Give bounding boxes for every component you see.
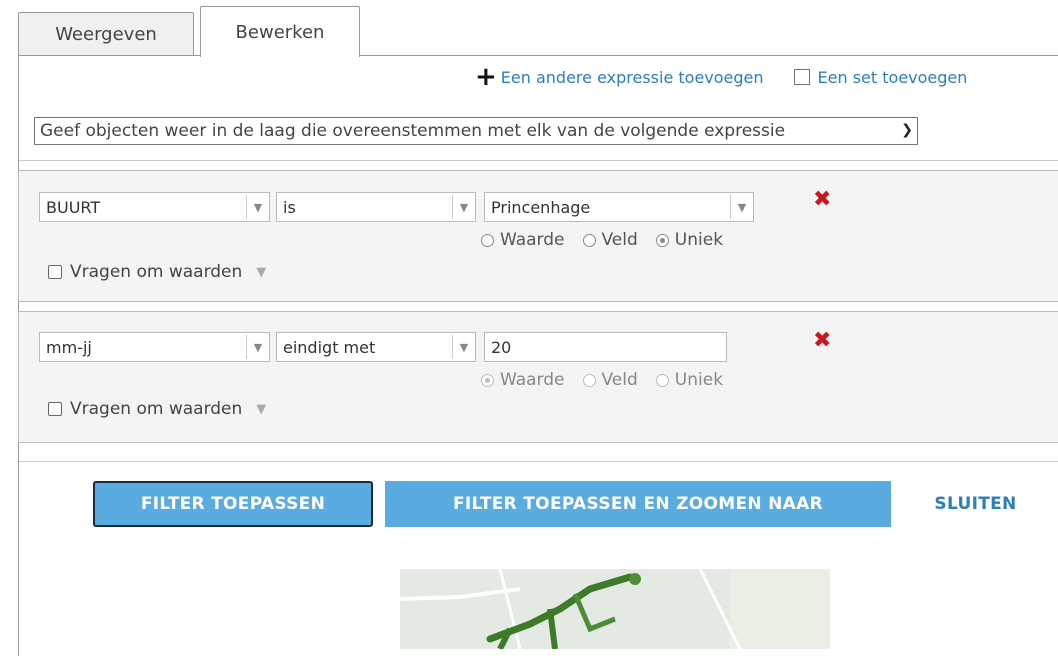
operator-select-value: eindigt met (283, 337, 376, 357)
add-expression-link[interactable]: Een andere expressie toevoegen (501, 68, 764, 87)
operator-select-value: is (283, 197, 296, 217)
dropdown-arrow-icon[interactable]: ▼ (452, 195, 475, 219)
field-select[interactable]: BUURT ▼ (39, 192, 270, 222)
dropdown-arrow-icon[interactable]: ▼ (246, 335, 269, 359)
ask-label: Vragen om waarden (70, 262, 243, 282)
field-select-value: BUURT (46, 197, 101, 217)
divider (19, 160, 1058, 161)
expand-triangle-icon[interactable]: ▼ (256, 265, 266, 280)
radio-field[interactable]: Veld (582, 370, 638, 390)
divider (19, 461, 1058, 462)
radio-field[interactable]: Veld (582, 230, 638, 250)
field-select-value: mm-jj (46, 337, 92, 357)
operator-select[interactable]: is ▼ (276, 192, 476, 222)
ask-checkbox[interactable] (48, 265, 62, 279)
apply-filter-button[interactable]: FILTER TOEPASSEN (93, 481, 373, 527)
ask-checkbox[interactable] (48, 402, 62, 416)
add-toolbar: + Een andere expressie toevoegen Een set… (475, 64, 967, 90)
dropdown-arrow-icon[interactable]: ▼ (452, 335, 475, 359)
operator-select[interactable]: eindigt met ▼ (276, 332, 476, 362)
apply-filter-zoom-button[interactable]: FILTER TOEPASSEN EN ZOOMEN NAAR (385, 481, 891, 527)
value-select-value: Princenhage (491, 197, 591, 217)
dropdown-arrow-icon[interactable]: ▼ (246, 195, 269, 219)
expression-row-1: BUURT ▼ is ▼ Princenhage ▼ Waarde Veld U… (18, 170, 1058, 302)
ask-for-values[interactable]: Vragen om waarden ▼ (48, 262, 266, 282)
chevron-down-icon: ❯ (901, 122, 913, 138)
value-select[interactable]: Princenhage ▼ (484, 192, 754, 222)
ask-label: Vragen om waarden (70, 399, 243, 419)
delete-x-icon[interactable]: ✖ (813, 328, 831, 353)
radio-unique[interactable]: Uniek (655, 370, 723, 390)
match-mode-value: Geef objecten weer in de laag die overee… (40, 121, 786, 141)
radio-unique[interactable]: Uniek (655, 230, 723, 250)
tab-edit[interactable]: Bewerken (200, 6, 360, 57)
value-input[interactable]: 20 (484, 332, 727, 362)
map-thumbnail (400, 569, 830, 649)
expand-triangle-icon[interactable]: ▼ (256, 402, 266, 417)
add-set-link[interactable]: Een set toevoegen (818, 68, 968, 87)
expression-row-2: mm-jj ▼ eindigt met ▼ 20 Waarde Veld Uni… (18, 311, 1058, 443)
ask-for-values[interactable]: Vragen om waarden ▼ (48, 399, 266, 419)
value-type-radios: Waarde Veld Uniek (481, 230, 741, 250)
close-button[interactable]: SLUITEN (918, 481, 1033, 527)
value-type-radios: Waarde Veld Uniek (481, 370, 741, 390)
value-input-text: 20 (491, 337, 512, 357)
delete-x-icon[interactable]: ✖ (813, 187, 831, 212)
tab-view[interactable]: Weergeven (18, 12, 194, 56)
field-select[interactable]: mm-jj ▼ (39, 332, 270, 362)
dropdown-arrow-icon[interactable]: ▼ (730, 195, 753, 219)
radio-value[interactable]: Waarde (481, 370, 565, 390)
plus-icon[interactable]: + (475, 64, 497, 90)
match-mode-select[interactable]: Geef objecten weer in de laag die overee… (34, 117, 918, 145)
add-set-checkbox[interactable] (793, 69, 810, 85)
radio-value[interactable]: Waarde (481, 230, 565, 250)
